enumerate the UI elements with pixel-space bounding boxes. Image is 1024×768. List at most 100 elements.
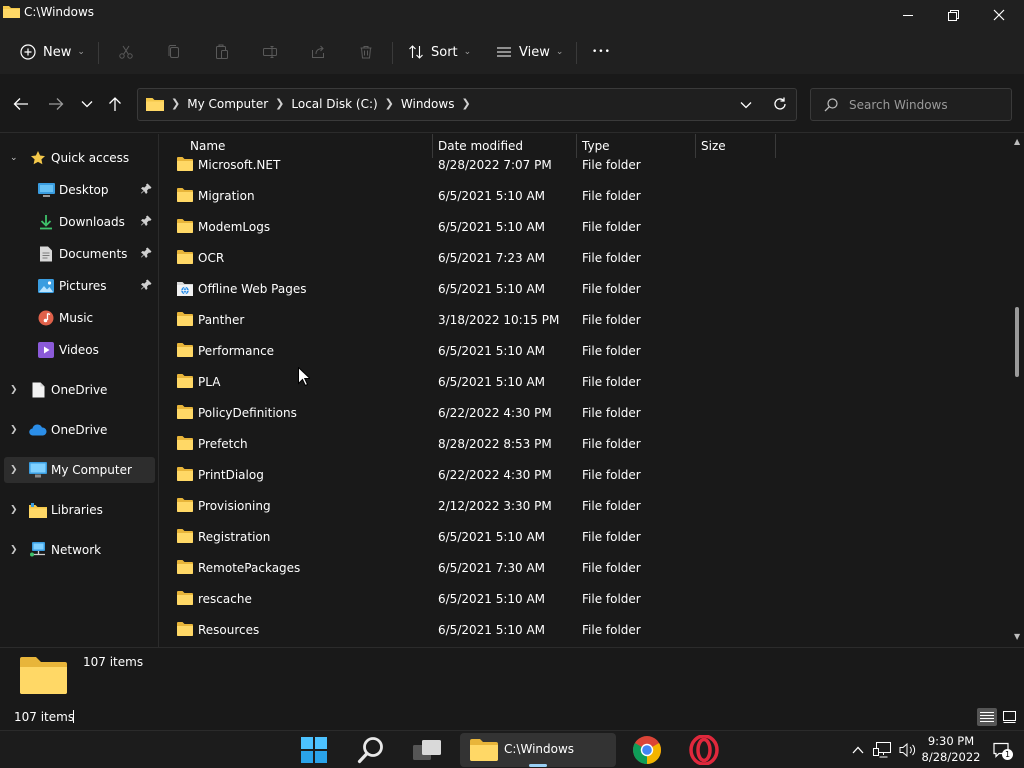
- paste-button[interactable]: [214, 38, 230, 66]
- search-input[interactable]: [849, 95, 999, 115]
- more-options-button[interactable]: •••: [592, 38, 611, 66]
- file-date-modified: 6/5/2021 5:10 AM: [438, 344, 546, 358]
- show-hidden-icons-button[interactable]: [849, 731, 867, 768]
- breadcrumb-separator-icon[interactable]: ❯: [461, 97, 470, 110]
- nav-item-documents[interactable]: Documents: [4, 241, 155, 267]
- new-button[interactable]: New ⌄: [20, 38, 85, 66]
- breadcrumb-separator-icon[interactable]: ❯: [385, 97, 394, 110]
- chevron-right-icon[interactable]: ❯: [10, 385, 18, 395]
- chevron-right-icon[interactable]: ❯: [10, 545, 18, 555]
- table-row[interactable]: rescache 6/5/2021 5:10 AM File folder: [160, 585, 1012, 616]
- nav-item-quick-access[interactable]: ⌄ Quick access: [4, 145, 155, 171]
- nav-item-desktop[interactable]: Desktop: [4, 177, 155, 203]
- paste-icon: [216, 44, 228, 59]
- nav-label: My Computer: [51, 463, 132, 477]
- scroll-down-icon[interactable]: ▼: [1014, 632, 1020, 641]
- nav-item-libraries[interactable]: ❯ Libraries: [4, 497, 155, 523]
- table-row[interactable]: PolicyDefinitions 6/22/2022 4:30 PM File f…: [160, 399, 1012, 430]
- search-box[interactable]: [810, 88, 1012, 121]
- minimize-button[interactable]: [885, 0, 931, 30]
- table-row[interactable]: Provisioning 2/12/2022 3:30 PM File folder: [160, 492, 1012, 523]
- breadcrumb-item[interactable]: Local Disk (C:): [291, 97, 377, 111]
- table-row[interactable]: Migration 6/5/2021 5:10 AM File folder: [160, 182, 1012, 213]
- nav-item-music[interactable]: Music: [4, 305, 155, 331]
- rename-button[interactable]: [262, 38, 278, 66]
- nav-item-videos[interactable]: Videos: [4, 337, 155, 363]
- table-row[interactable]: OCR 6/5/2021 7:23 AM File folder: [160, 244, 1012, 275]
- pin-icon[interactable]: [141, 279, 152, 293]
- up-button[interactable]: [102, 92, 128, 116]
- nav-item-my-computer[interactable]: ❯ My Computer: [4, 457, 155, 483]
- taskbar-explorer-window[interactable]: C:\Windows: [460, 733, 616, 767]
- nav-item-onedrive-file[interactable]: ❯ OneDrive: [4, 377, 155, 403]
- chevron-right-icon[interactable]: ❯: [10, 465, 18, 475]
- table-row[interactable]: Prefetch 8/28/2022 8:53 PM File folder: [160, 430, 1012, 461]
- pin-icon[interactable]: [141, 247, 152, 261]
- chevron-right-icon[interactable]: ❯: [10, 425, 18, 435]
- view-label: View: [519, 44, 550, 60]
- view-button[interactable]: View ⌄: [496, 38, 563, 66]
- nav-item-pictures[interactable]: Pictures: [4, 273, 155, 299]
- table-row[interactable]: Performance 6/5/2021 5:10 AM File folder: [160, 337, 1012, 368]
- opera-button[interactable]: [686, 733, 722, 767]
- table-row[interactable]: RemotePackages 6/5/2021 7:30 AM File folde…: [160, 554, 1012, 585]
- search-taskbar-button[interactable]: [353, 733, 389, 767]
- details-view-button[interactable]: [977, 708, 997, 726]
- chevron-down-icon[interactable]: ⌄: [10, 153, 18, 163]
- delete-button[interactable]: [358, 38, 374, 66]
- close-button[interactable]: [976, 0, 1022, 30]
- folder-icon: [177, 312, 193, 329]
- folder-icon: [470, 739, 498, 761]
- chevron-right-icon[interactable]: ❯: [10, 505, 18, 515]
- forward-button[interactable]: [43, 92, 69, 116]
- task-view-button[interactable]: [409, 733, 445, 767]
- recent-locations-button[interactable]: [74, 92, 100, 116]
- refresh-button[interactable]: [773, 97, 787, 114]
- address-row: ❯ My Computer ❯ Local Disk (C:) ❯ Window…: [0, 74, 1024, 133]
- table-row[interactable]: PLA 6/5/2021 5:10 AM File folder: [160, 368, 1012, 399]
- breadcrumb-separator-icon[interactable]: ❯: [275, 97, 284, 110]
- file-name: rescache: [198, 592, 252, 606]
- table-row[interactable]: Panther 3/18/2022 10:15 PM File folder: [160, 306, 1012, 337]
- file-name: Registration: [198, 530, 271, 544]
- table-row[interactable]: ModemLogs 6/5/2021 5:10 AM File folder: [160, 213, 1012, 244]
- network-icon: [29, 541, 47, 559]
- scrollbar-thumb[interactable]: [1015, 307, 1019, 377]
- notifications-button[interactable]: 1: [990, 731, 1014, 768]
- cut-button[interactable]: [118, 38, 134, 66]
- address-bar[interactable]: ❯ My Computer ❯ Local Disk (C:) ❯ Window…: [137, 88, 797, 121]
- tiles-view-button[interactable]: [999, 708, 1019, 726]
- breadcrumb-item[interactable]: Windows: [401, 97, 455, 111]
- file-name: ModemLogs: [198, 220, 271, 234]
- network-tray-button[interactable]: [872, 731, 892, 768]
- file-type: File folder: [582, 437, 641, 451]
- sort-button[interactable]: Sort ⌄: [408, 38, 471, 66]
- table-row[interactable]: Offline Web Pages 6/5/2021 5:10 AM File fo…: [160, 275, 1012, 306]
- desktop-icon: [37, 181, 55, 199]
- volume-button[interactable]: [897, 731, 917, 768]
- table-row[interactable]: Microsoft.NET 8/28/2022 7:07 PM File folde…: [160, 151, 1012, 182]
- back-button[interactable]: [8, 92, 34, 116]
- start-button[interactable]: [296, 733, 332, 767]
- nav-item-downloads[interactable]: Downloads: [4, 209, 155, 235]
- chrome-button[interactable]: [629, 733, 665, 767]
- file-date-modified: 6/5/2021 5:10 AM: [438, 189, 546, 203]
- file-date-modified: 6/5/2021 5:10 AM: [438, 375, 546, 389]
- scroll-up-icon[interactable]: ▲: [1014, 137, 1020, 146]
- breadcrumb-item[interactable]: My Computer: [187, 97, 268, 111]
- copy-button[interactable]: [166, 38, 182, 66]
- share-button[interactable]: [310, 38, 326, 66]
- pin-icon[interactable]: [141, 215, 152, 229]
- folder-icon: [177, 467, 193, 484]
- vertical-scrollbar[interactable]: ▲ ▼: [1012, 134, 1024, 647]
- pin-icon[interactable]: [141, 183, 152, 197]
- table-row[interactable]: Registration 6/5/2021 5:10 AM File folder: [160, 523, 1012, 554]
- divider: [576, 42, 577, 64]
- nav-item-network[interactable]: ❯ Network: [4, 537, 155, 563]
- table-row[interactable]: PrintDialog 6/22/2022 4:30 PM File folder: [160, 461, 1012, 492]
- nav-item-onedrive[interactable]: ❯ OneDrive: [4, 417, 155, 443]
- address-history-button[interactable]: [740, 98, 752, 112]
- restore-button[interactable]: [930, 0, 976, 30]
- clock[interactable]: 9:30 PM 8/28/2022: [918, 733, 984, 765]
- table-row[interactable]: Resources 6/5/2021 5:10 AM File folder: [160, 616, 1012, 647]
